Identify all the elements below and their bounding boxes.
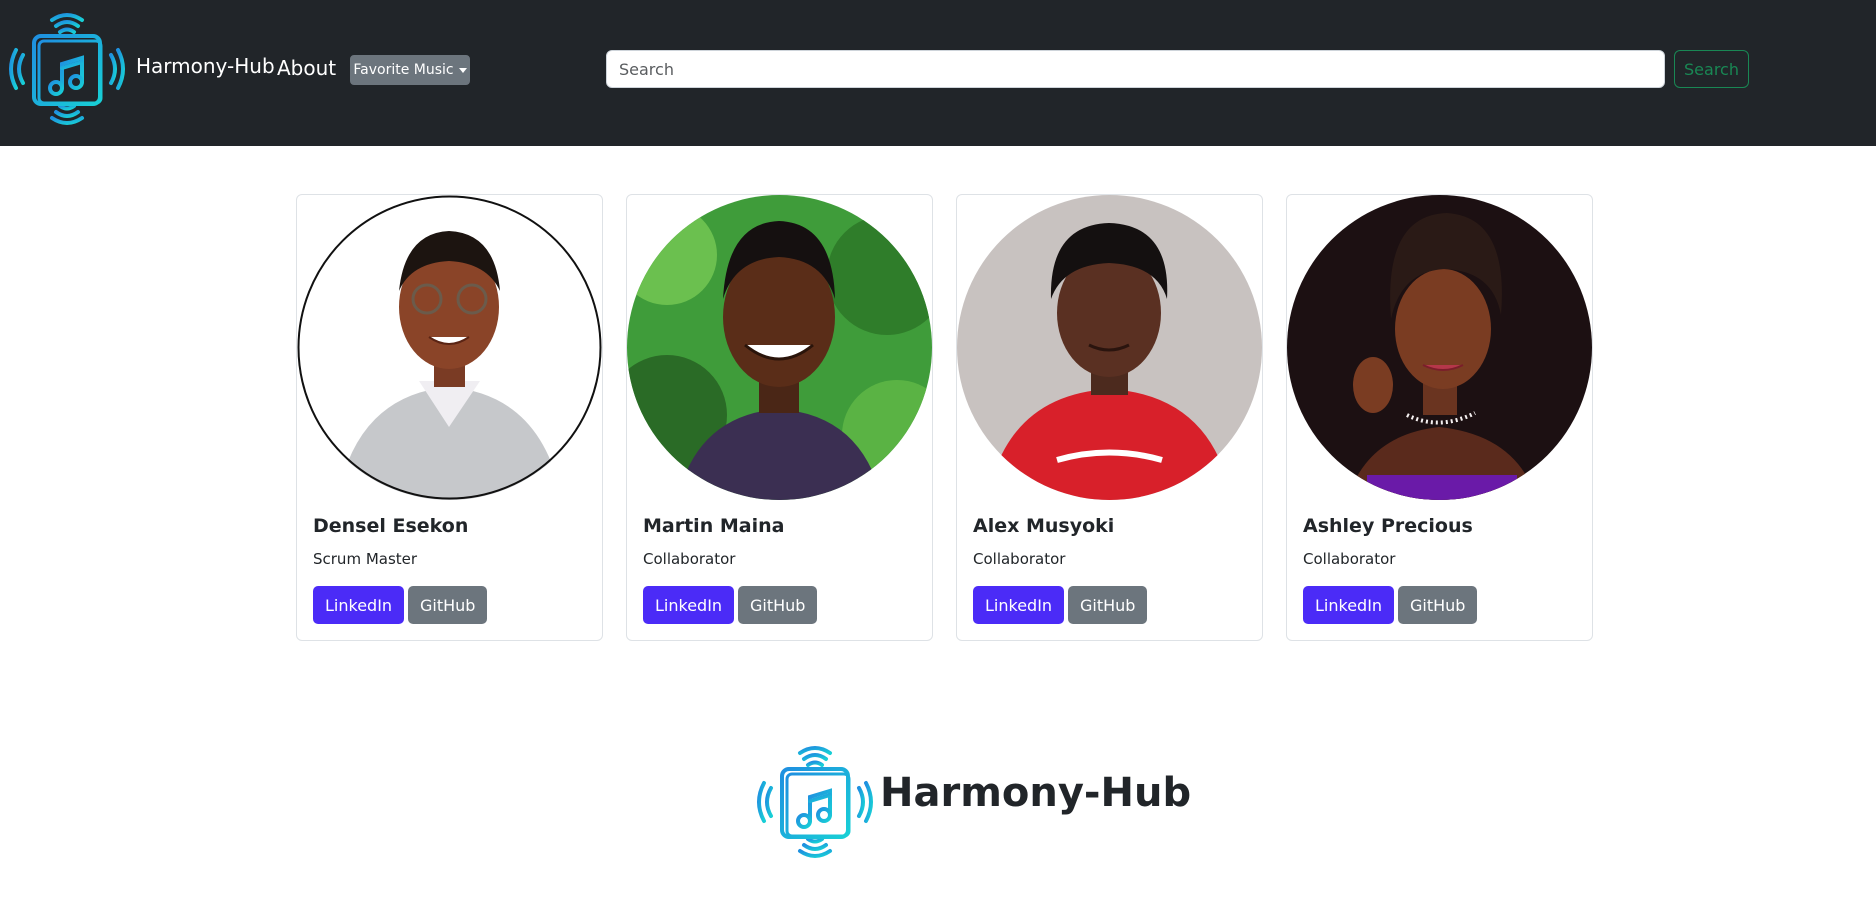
navbar-brand[interactable]: Harmony-Hub — [136, 54, 275, 78]
music-device-logo-icon[interactable] — [4, 6, 130, 132]
navbar: Harmony-Hub About Favorite Music Search — [0, 0, 1876, 146]
github-button[interactable]: GitHub — [738, 586, 818, 624]
footer-music-device-logo-icon — [752, 739, 878, 865]
member-role: Collaborator — [973, 550, 1066, 568]
linkedin-button[interactable]: LinkedIn — [1303, 586, 1395, 624]
github-button[interactable]: GitHub — [1398, 586, 1478, 624]
caret-down-icon — [458, 67, 467, 73]
team-card-densel: Densel Esekon Scrum Master LinkedIn GitH… — [296, 194, 603, 641]
profile-photo-alex — [957, 195, 1262, 500]
member-role: Collaborator — [1303, 550, 1396, 568]
team-card-martin: Martin Maina Collaborator LinkedIn GitHu… — [626, 194, 933, 641]
team-card-alex: Alex Musyoki Collaborator LinkedIn GitHu… — [956, 194, 1263, 641]
github-button[interactable]: GitHub — [408, 586, 488, 624]
member-name: Densel Esekon — [313, 515, 469, 537]
linkedin-button[interactable]: LinkedIn — [643, 586, 735, 624]
nav-link-about[interactable]: About — [277, 56, 336, 80]
github-button[interactable]: GitHub — [1068, 586, 1148, 624]
member-role: Scrum Master — [313, 550, 418, 568]
linkedin-button[interactable]: LinkedIn — [973, 586, 1065, 624]
member-name: Martin Maina — [643, 515, 785, 537]
member-name: Alex Musyoki — [973, 515, 1115, 537]
profile-photo-densel — [297, 195, 602, 500]
search-input[interactable] — [606, 50, 1665, 88]
team-card-ashley: Ashley Precious Collaborator LinkedIn Gi… — [1286, 194, 1593, 641]
search-button[interactable]: Search — [1674, 50, 1749, 88]
member-name: Ashley Precious — [1303, 515, 1473, 537]
linkedin-button[interactable]: LinkedIn — [313, 586, 405, 624]
profile-photo-ashley — [1287, 195, 1592, 500]
profile-photo-martin — [627, 195, 932, 500]
member-role: Collaborator — [643, 550, 736, 568]
favorite-music-dropdown-label: Favorite Music — [353, 62, 454, 78]
favorite-music-dropdown[interactable]: Favorite Music — [350, 55, 470, 85]
footer-brand: Harmony-Hub — [880, 770, 1192, 816]
